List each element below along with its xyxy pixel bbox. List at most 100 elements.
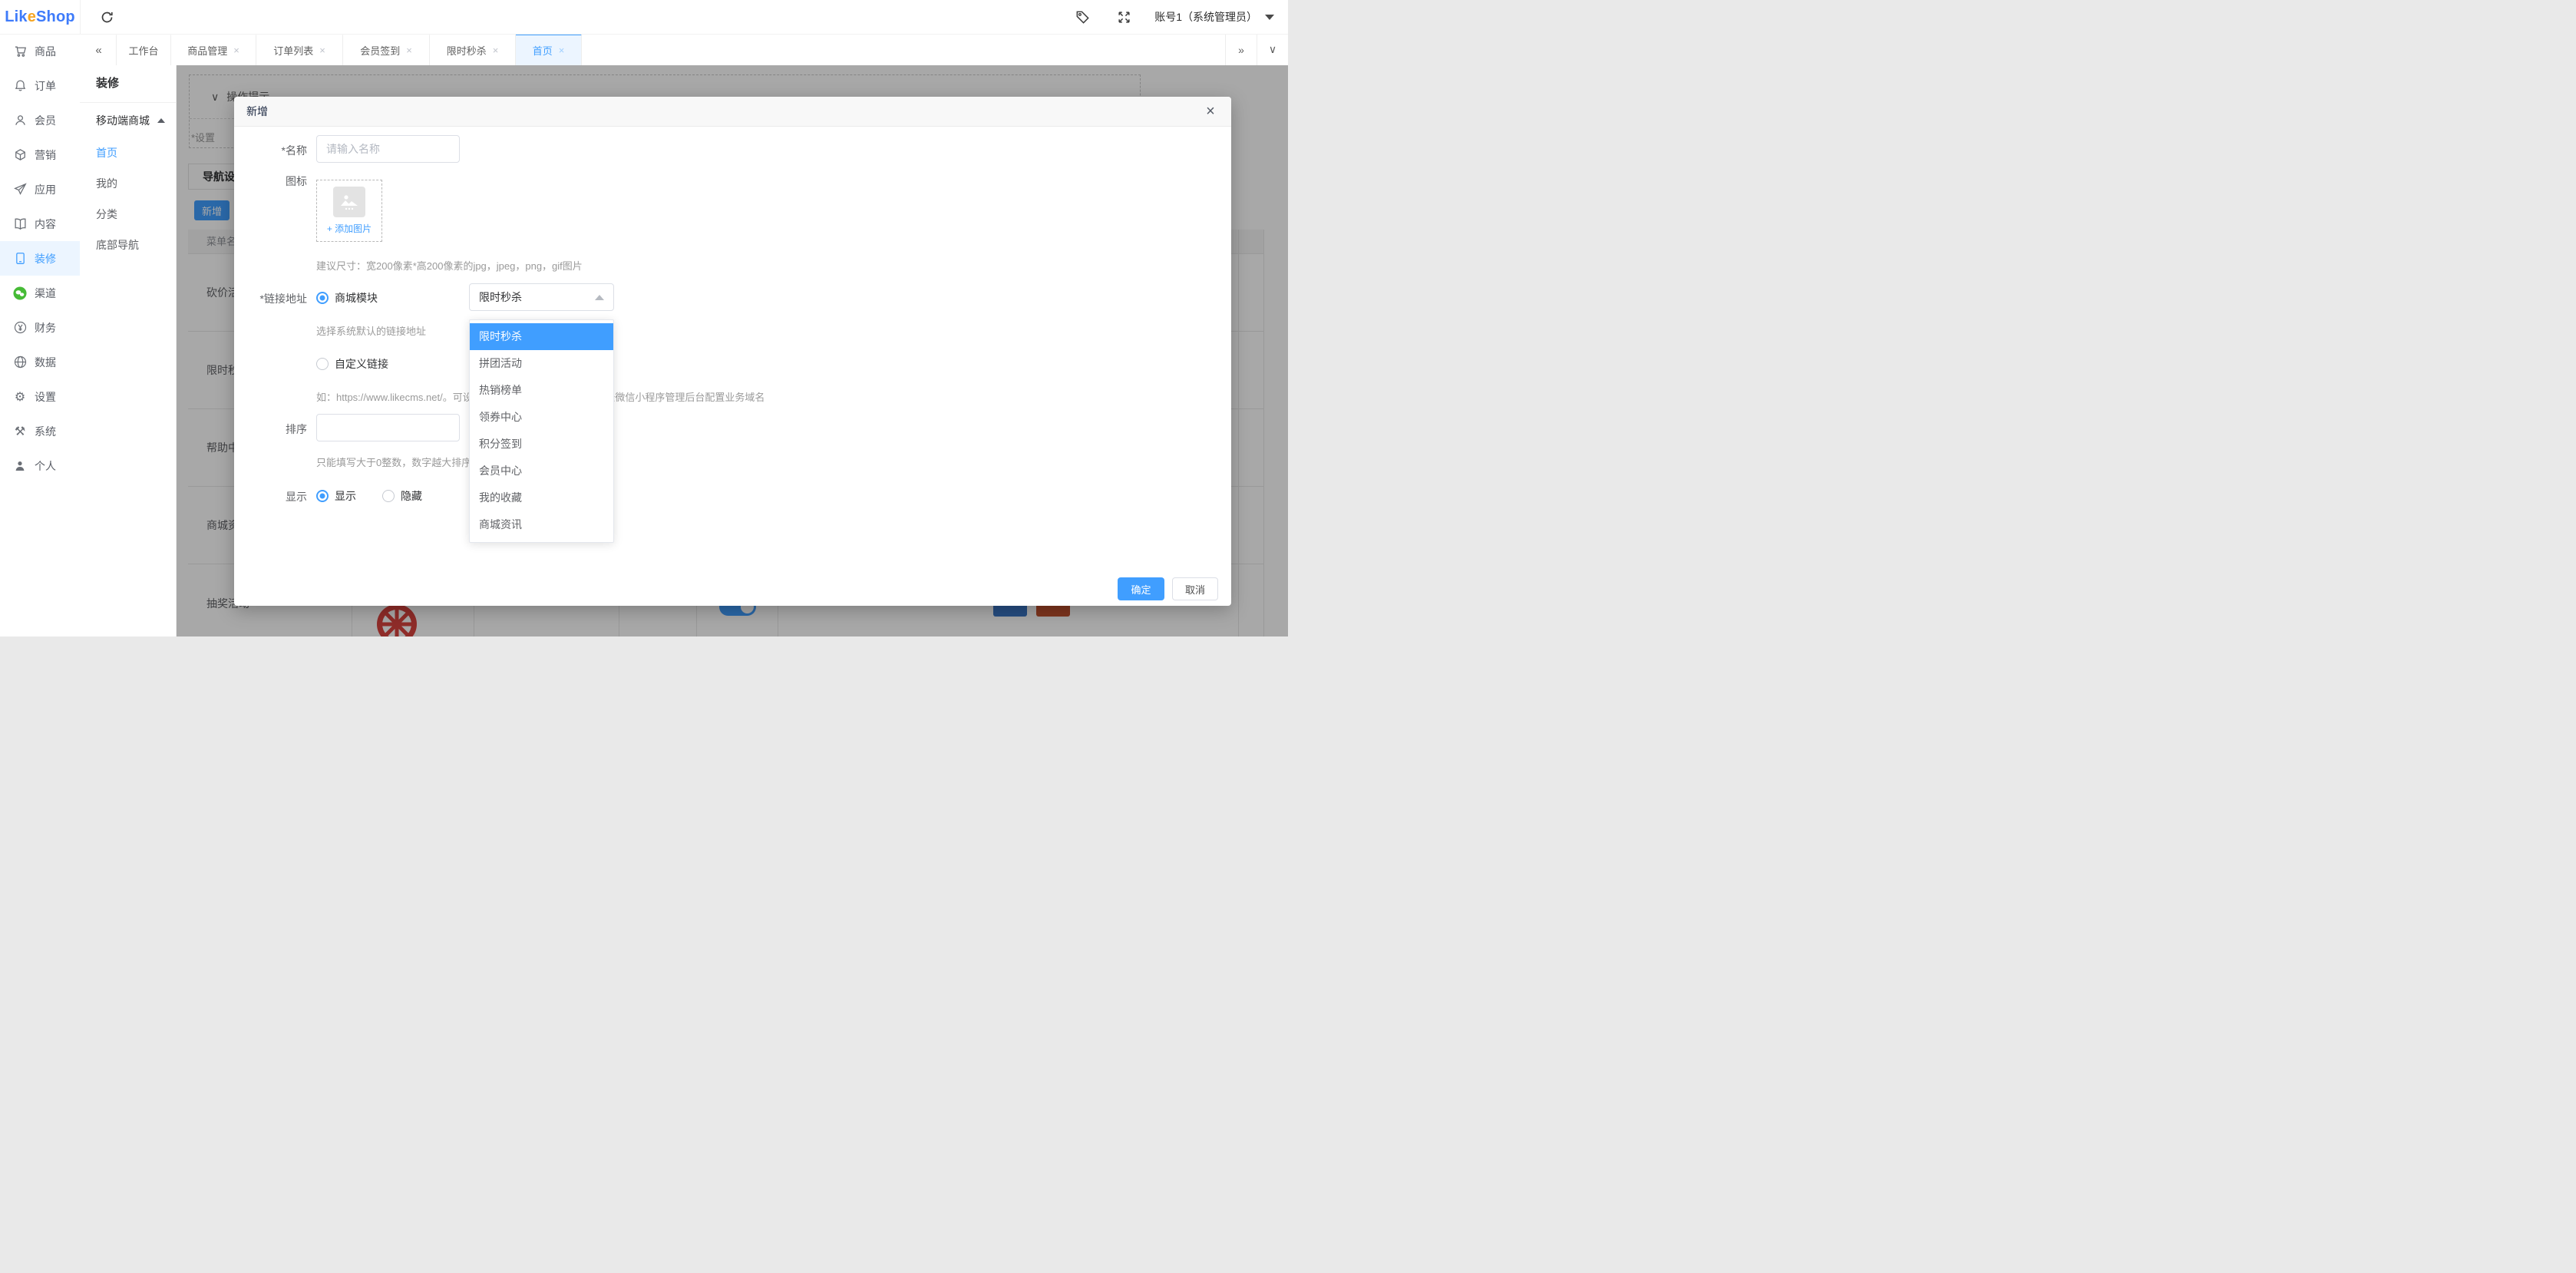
refresh-icon[interactable]	[96, 6, 117, 28]
submenu-item-home[interactable]: 首页	[80, 137, 176, 168]
sidebar-label: 商品	[35, 44, 56, 59]
radio-unchecked-icon[interactable]	[382, 490, 395, 502]
user-icon	[13, 114, 27, 127]
sidebar-item-marketing[interactable]: 营销	[0, 137, 80, 172]
hide-radio[interactable]: 隐藏	[382, 488, 422, 504]
hide-option-label: 隐藏	[401, 488, 422, 504]
caret-down-icon	[1265, 15, 1274, 20]
close-icon[interactable]: ×	[233, 45, 239, 55]
tab-flash-sale[interactable]: 限时秒杀 ×	[430, 34, 516, 65]
tab-goods-manage[interactable]: 商品管理 ×	[171, 34, 256, 65]
tab-label: 商品管理	[187, 43, 227, 58]
wechat-icon	[13, 286, 27, 300]
sidebar-item-channel[interactable]: 渠道	[0, 276, 80, 310]
radio-unchecked-icon[interactable]	[316, 358, 329, 370]
sidebar-label: 装修	[35, 251, 56, 266]
tab-home-active[interactable]: 首页 ×	[516, 34, 582, 65]
image-upload-box[interactable]: + 添加图片	[316, 180, 382, 242]
name-input[interactable]	[316, 135, 460, 163]
dropdown-option[interactable]: 领券中心	[470, 404, 613, 431]
tabs-scroll-right-icon[interactable]: »	[1225, 34, 1257, 65]
close-icon[interactable]: ×	[319, 45, 325, 55]
submenu-item-mine[interactable]: 我的	[80, 168, 176, 199]
mall-module-radio[interactable]: 商城模块	[316, 290, 378, 306]
person-icon	[13, 459, 27, 473]
sort-input[interactable]	[316, 414, 460, 441]
submenu-group-label: 移动端商城	[96, 113, 150, 128]
icon-label: 图标	[234, 174, 307, 189]
dialog-title: 新增	[234, 97, 1231, 127]
dropdown-option-selected[interactable]: 限时秒杀	[470, 323, 613, 350]
tag-icon[interactable]	[1072, 6, 1093, 28]
sidebar-item-orders[interactable]: 订单	[0, 68, 80, 103]
sidebar-item-finance[interactable]: 财务	[0, 310, 80, 345]
link-hint: 选择系统默认的链接地址	[316, 323, 426, 338]
submenu-group-mobile-mall[interactable]: 移动端商城	[80, 103, 176, 137]
sidebar-label: 系统	[35, 424, 56, 439]
sidebar-item-members[interactable]: 会员	[0, 103, 80, 137]
dropdown-option[interactable]: 热销榜单	[470, 377, 613, 404]
image-placeholder-icon	[333, 187, 365, 217]
tab-order-list[interactable]: 订单列表 ×	[256, 34, 343, 65]
confirm-button[interactable]: 确定	[1118, 577, 1164, 600]
submenu-title: 装修	[80, 65, 176, 103]
sidebar-label: 应用	[35, 182, 56, 197]
sidebar-item-data[interactable]: 数据	[0, 345, 80, 379]
close-icon[interactable]: ×	[1200, 101, 1220, 121]
sidebar-item-content[interactable]: 内容	[0, 207, 80, 241]
logo[interactable]: LikeShop	[0, 0, 81, 34]
mall-module-label: 商城模块	[335, 290, 378, 306]
dropdown-option[interactable]: 商城资讯	[470, 511, 613, 538]
sidebar-label: 会员	[35, 113, 56, 128]
tab-workbench[interactable]: 工作台	[117, 34, 171, 65]
dropdown-option[interactable]: 拼团活动	[470, 350, 613, 377]
yen-circle-icon	[13, 321, 27, 335]
sidebar-item-profile[interactable]: 个人	[0, 448, 80, 483]
sidebar-label: 财务	[35, 320, 56, 336]
sidebar-item-settings[interactable]: ⚙ 设置	[0, 379, 80, 414]
close-icon[interactable]: ×	[559, 45, 565, 55]
sidebar-item-decorate[interactable]: 装修	[0, 241, 80, 276]
sidebar-label: 内容	[35, 217, 56, 232]
select-value: 限时秒杀	[479, 289, 522, 305]
tools-icon: ⚒	[13, 425, 27, 438]
top-header: LikeShop 账号1（系统管理员）	[0, 0, 1288, 35]
account-menu[interactable]: 账号1（系统管理员）	[1154, 9, 1274, 25]
submenu-item-bottom-nav[interactable]: 底部导航	[80, 230, 176, 260]
globe-icon	[13, 355, 27, 369]
link-select[interactable]: 限时秒杀	[469, 283, 614, 311]
bell-icon	[13, 79, 27, 93]
close-icon[interactable]: ×	[493, 45, 499, 55]
tab-member-signin[interactable]: 会员签到 ×	[343, 34, 430, 65]
tab-bar: « 工作台 商品管理 × 订单列表 × 会员签到 × 限时秒杀 × 首页 × »…	[80, 34, 1288, 65]
tabs-collapse-icon[interactable]: «	[80, 34, 117, 65]
sidebar-item-system[interactable]: ⚒ 系统	[0, 414, 80, 448]
caret-up-icon	[157, 118, 165, 123]
dropdown-option[interactable]: 积分签到	[470, 431, 613, 458]
sidebar-label: 个人	[35, 458, 56, 474]
custom-link-radio[interactable]: 自定义链接	[316, 356, 388, 372]
dropdown-option[interactable]: 会员中心	[470, 458, 613, 484]
tab-label: 首页	[533, 43, 553, 58]
cube-icon	[13, 148, 27, 162]
fullscreen-icon[interactable]	[1113, 6, 1134, 28]
decorate-submenu: 装修 移动端商城 首页 我的 分类 底部导航	[80, 65, 177, 636]
sidebar-label: 营销	[35, 147, 56, 163]
add-image-link[interactable]: + 添加图片	[327, 222, 372, 235]
cancel-button[interactable]: 取消	[1172, 577, 1218, 600]
sidebar-label: 订单	[35, 78, 56, 94]
radio-checked-icon[interactable]	[316, 292, 329, 304]
tabs-menu-icon[interactable]: ∨	[1257, 34, 1288, 65]
dropdown-option[interactable]: 我的收藏	[470, 484, 613, 511]
tab-label: 会员签到	[360, 43, 400, 58]
close-icon[interactable]: ×	[406, 45, 412, 55]
radio-checked-icon[interactable]	[316, 490, 329, 502]
submenu-item-category[interactable]: 分类	[80, 199, 176, 230]
show-label: 显示	[234, 489, 307, 504]
show-option-label: 显示	[335, 488, 356, 504]
sidebar-item-apps[interactable]: 应用	[0, 172, 80, 207]
custom-link-label: 自定义链接	[335, 356, 388, 372]
sidebar-item-goods[interactable]: 商品	[0, 34, 80, 68]
show-radio[interactable]: 显示	[316, 488, 356, 504]
sidebar-label: 渠道	[35, 286, 56, 301]
